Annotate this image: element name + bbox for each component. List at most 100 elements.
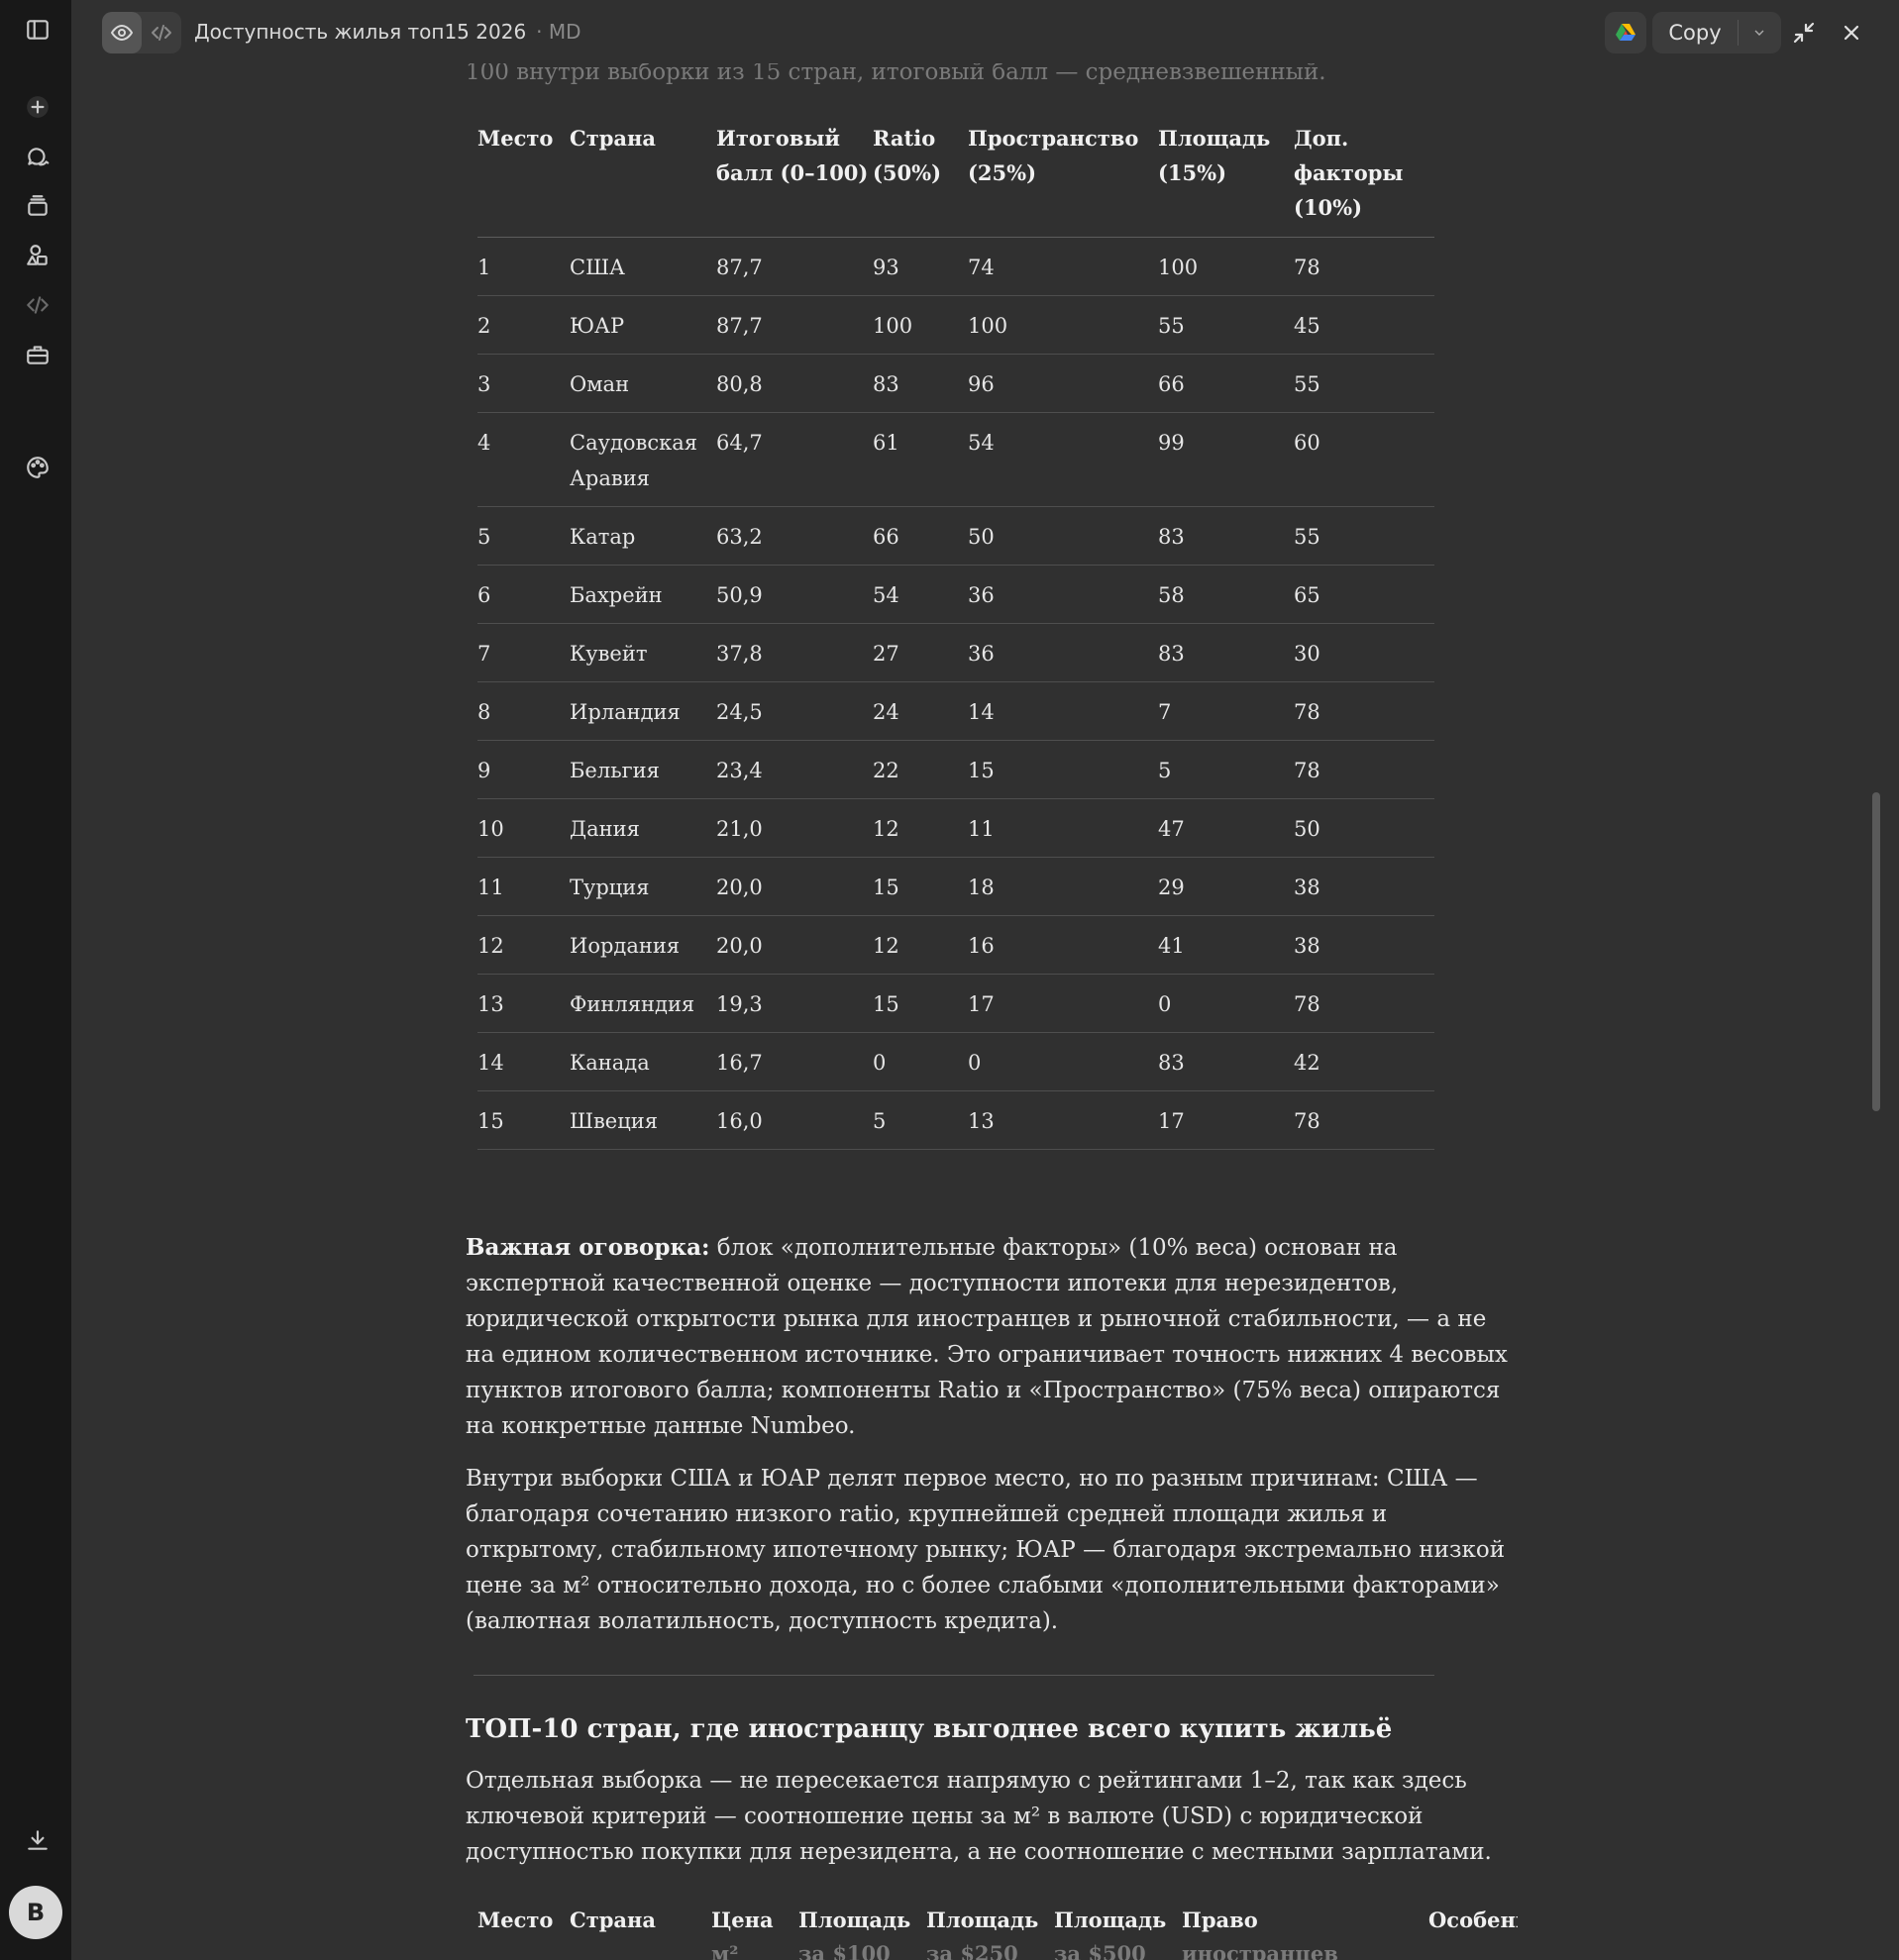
table-cell: 36 [968, 623, 1158, 682]
copy-button[interactable]: Copy [1652, 12, 1781, 53]
toolbox-icon[interactable] [18, 335, 57, 374]
table-cell: 4 [477, 412, 570, 507]
table-cell: 45 [1294, 295, 1434, 355]
table-cell: 83 [1158, 1032, 1294, 1091]
ranking-table: Место Страна Итоговый балл (0–100) Ratio… [477, 111, 1434, 1150]
chats-icon[interactable] [18, 137, 57, 176]
table-row: 14 Канада 16,7 0 0 83 42 [477, 1032, 1434, 1091]
table-cell: 42 [1294, 1032, 1434, 1091]
col-header: Площадь [926, 1908, 1039, 1932]
table-cell: 12 [477, 915, 570, 975]
table-cell: 64,7 [716, 412, 873, 507]
section-heading: ТОП-10 стран, где иностранцу выгоднее вс… [466, 1714, 1393, 1744]
avatar[interactable]: B [9, 1886, 62, 1939]
col-header: Площадь [798, 1908, 911, 1932]
code-toggle-button[interactable] [142, 12, 181, 53]
table-cell: Швеция [570, 1090, 716, 1150]
chevron-down-icon [1754, 30, 1764, 36]
col-header: Итоговый балл (0–100) [716, 111, 873, 238]
col-header: Страна [570, 1908, 656, 1932]
file-type-label: · MD [536, 20, 581, 44]
table-cell: 50 [968, 506, 1158, 566]
paragraph-2: Внутри выборки США и ЮАР делят первое ме… [466, 1466, 1506, 1634]
table-cell: 100 [968, 295, 1158, 355]
table-cell: 5 [477, 506, 570, 566]
palette-icon[interactable] [18, 448, 57, 487]
title-text: Доступность жилья топ15 2026 [194, 20, 527, 44]
table-cell: 55 [1294, 354, 1434, 413]
table-cell: 38 [1294, 915, 1434, 975]
table-cell: 7 [1158, 681, 1294, 741]
table-cell: Кувейт [570, 623, 716, 682]
table-cell: 99 [1158, 412, 1294, 507]
table-cell: 100 [1158, 237, 1294, 296]
col-header: Пространство (25%) [968, 111, 1158, 238]
close-icon [1844, 25, 1859, 41]
table-cell: 63,2 [716, 506, 873, 566]
artifacts-icon[interactable] [18, 236, 57, 275]
table-cell: 47 [1158, 798, 1294, 858]
table-cell: 16,7 [716, 1032, 873, 1091]
table-header-row: Место Страна Итоговый балл (0–100) Ratio… [477, 111, 1434, 238]
table-cell: 23,4 [716, 740, 873, 799]
col-header-line2: за $100 [798, 1941, 891, 1960]
table-cell: 16 [968, 915, 1158, 975]
table-row: 10 Дания 21,0 12 11 47 50 [477, 798, 1434, 858]
table-cell: 9 [477, 740, 570, 799]
table-cell: 27 [873, 623, 968, 682]
sidebar-toggle-icon[interactable] [18, 10, 57, 50]
table-cell: 38 [1294, 857, 1434, 916]
table-row: 13 Финляндия 19,3 15 17 0 78 [477, 974, 1434, 1033]
document-pane: 100 внутри выборки из 15 стран, итоговый… [71, 0, 1884, 1960]
table-cell: Катар [570, 506, 716, 566]
table2-header-row: Место Страна Цена м² Площадь за $100 Пло… [477, 1900, 1518, 1960]
table-cell: 19,3 [716, 974, 873, 1033]
table-cell: 58 [1158, 565, 1294, 624]
table-cell: 18 [968, 857, 1158, 916]
table-cell: 5 [873, 1090, 968, 1150]
scrollbar-thumb[interactable] [1872, 792, 1880, 1111]
col-header-line2: м² [711, 1941, 739, 1960]
col-header: Площадь (15%) [1158, 111, 1294, 238]
divider [474, 1675, 1434, 1676]
table-cell: Финляндия [570, 974, 716, 1033]
table-cell: 41 [1158, 915, 1294, 975]
table-cell: 78 [1294, 974, 1434, 1033]
table-cell: 14 [477, 1032, 570, 1091]
eye-icon [111, 25, 133, 41]
copy-options-button[interactable] [1739, 25, 1780, 41]
table-cell: 15 [873, 857, 968, 916]
col-header: Право [1182, 1908, 1258, 1932]
table-cell: 0 [873, 1032, 968, 1091]
preview-toggle-button[interactable] [102, 12, 142, 53]
table-cell: 24 [873, 681, 968, 741]
close-button[interactable] [1835, 16, 1868, 50]
table-cell: 30 [1294, 623, 1434, 682]
table-cell: 96 [968, 354, 1158, 413]
projects-icon[interactable] [18, 186, 57, 226]
col-header-line2: иностранцев [1182, 1941, 1338, 1960]
table-cell: Оман [570, 354, 716, 413]
col-header: Доп. факторы (10%) [1294, 111, 1434, 238]
note-bold: Важная оговорка: [466, 1234, 710, 1261]
table-row: 15 Швеция 16,0 5 13 17 78 [477, 1090, 1434, 1150]
download-icon[interactable] [18, 1820, 57, 1860]
table-cell: 2 [477, 295, 570, 355]
table-row: 2 ЮАР 87,7 100 100 55 45 [477, 295, 1434, 355]
new-chat-icon[interactable] [18, 87, 57, 127]
code-brackets-icon [152, 25, 171, 41]
col-header: Место [477, 1908, 554, 1932]
table-cell: 22 [873, 740, 968, 799]
table-cell: 29 [1158, 857, 1294, 916]
table-cell: 93 [873, 237, 968, 296]
table-cell: 61 [873, 412, 968, 507]
code-icon[interactable] [18, 285, 57, 325]
table-cell: Дания [570, 798, 716, 858]
table-cell: 16,0 [716, 1090, 873, 1150]
collapse-button[interactable] [1787, 16, 1821, 50]
table-cell: 66 [1158, 354, 1294, 413]
save-to-drive-button[interactable] [1605, 12, 1646, 53]
table-cell: 15 [968, 740, 1158, 799]
paragraph-3: Отдельная выборка — не пересекается напр… [466, 1768, 1492, 1865]
table-cell: Бахрейн [570, 565, 716, 624]
